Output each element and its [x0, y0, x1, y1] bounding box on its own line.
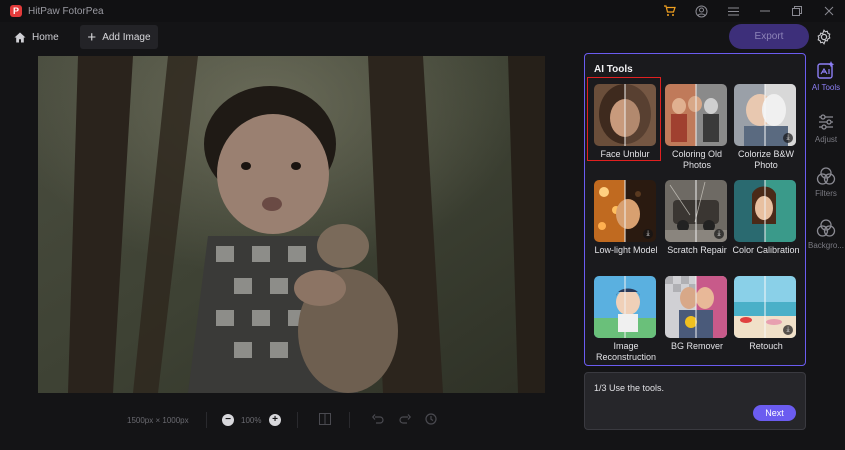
- next-button[interactable]: Next: [753, 405, 796, 421]
- window-controls: [653, 0, 845, 22]
- tool-label: Low-light Model: [594, 245, 658, 255]
- tool-colorize-bw-photo[interactable]: ⤓ Colorize B&W Photo: [729, 78, 796, 170]
- tip-text: 1/3 Use the tools.: [594, 383, 665, 393]
- restore-icon[interactable]: [781, 0, 813, 22]
- menu-icon[interactable]: [717, 0, 749, 22]
- sidebar-item-background[interactable]: Backgro...: [807, 214, 845, 266]
- onboarding-tip: 1/3 Use the tools. Next: [584, 372, 806, 430]
- home-label: Home: [32, 31, 59, 43]
- sidebar-item-ai-tools[interactable]: AI Tools: [807, 56, 845, 108]
- cart-icon[interactable]: [653, 0, 685, 22]
- download-icon: ⤓: [714, 229, 724, 239]
- tool-label: Scratch Repair: [667, 245, 727, 255]
- export-button[interactable]: Export: [729, 24, 809, 49]
- ai-tools-panel: AI Tools Face Unblur Coloring Old Photos…: [584, 53, 806, 366]
- tool-retouch[interactable]: ⤓ Retouch: [729, 270, 796, 362]
- divider: [206, 412, 207, 428]
- tool-color-calibration[interactable]: Color Calibration: [729, 174, 800, 266]
- tool-coloring-old-photos[interactable]: Coloring Old Photos: [660, 78, 727, 170]
- tool-bg-remover[interactable]: BG Remover: [660, 270, 727, 362]
- app-logo: P: [10, 5, 22, 17]
- add-image-label: Add Image: [102, 31, 151, 43]
- canvas-area: [0, 52, 582, 397]
- bg-remover-thumbnail: [665, 276, 727, 338]
- sidebar-label: Backgro...: [807, 241, 844, 250]
- divider: [349, 412, 350, 428]
- coloring-old-photos-thumbnail: [665, 84, 727, 146]
- sidebar-item-adjust[interactable]: Adjust: [807, 108, 845, 160]
- image-reconstruction-thumbnail: [594, 276, 656, 338]
- plus-icon: +: [87, 28, 97, 46]
- sliders-icon: [819, 114, 833, 130]
- history-icon[interactable]: [424, 413, 438, 427]
- zoom-out-button[interactable]: −: [222, 414, 234, 426]
- home-icon: [14, 32, 26, 42]
- colorize-bw-photo-thumbnail: ⤓: [734, 84, 796, 146]
- home-button[interactable]: Home: [14, 26, 59, 48]
- tool-label: Image Reconstruction: [595, 341, 657, 362]
- bottom-bar: 1500px × 1000px − 100% +: [0, 397, 582, 450]
- ai-sparkle-icon: [817, 61, 835, 79]
- tool-label: BG Remover: [670, 341, 723, 351]
- sidebar-label: Adjust: [814, 135, 838, 144]
- redo-icon[interactable]: [398, 413, 412, 427]
- tool-face-unblur[interactable]: Face Unblur: [587, 77, 661, 161]
- retouch-thumbnail: ⤓: [734, 276, 796, 338]
- close-icon[interactable]: [813, 0, 845, 22]
- sidebar-label: AI Tools: [811, 83, 841, 92]
- tool-scratch-repair[interactable]: ⤓ Scratch Repair: [660, 174, 727, 266]
- divider: [297, 412, 298, 428]
- download-icon: ⤓: [643, 229, 653, 239]
- tool-label: Coloring Old Photos: [671, 149, 723, 170]
- zoom-in-button[interactable]: +: [269, 414, 281, 426]
- tool-low-light-model[interactable]: ⤓ Low-light Model: [589, 174, 658, 266]
- sidebar-label: Filters: [815, 189, 837, 198]
- sidebar-item-filters[interactable]: Filters: [807, 162, 845, 214]
- face-unblur-thumbnail: [594, 84, 656, 146]
- tool-label: Colorize B&W Photo: [737, 149, 794, 170]
- app-title: HitPaw FotorPea: [28, 5, 104, 17]
- low-light-model-thumbnail: ⤓: [594, 180, 656, 242]
- compare-icon[interactable]: [318, 413, 332, 427]
- minimize-icon[interactable]: [749, 0, 781, 22]
- color-calibration-thumbnail: [734, 180, 796, 242]
- settings-gear-icon[interactable]: [814, 27, 834, 47]
- title-bar: P HitPaw FotorPea: [0, 0, 845, 22]
- scratch-repair-thumbnail: ⤓: [665, 180, 727, 242]
- background-icon: [816, 219, 836, 237]
- download-icon: ⤓: [783, 133, 793, 143]
- tool-label: Color Calibration: [732, 245, 800, 255]
- edited-photo[interactable]: [38, 56, 545, 393]
- image-size-label: 1500px × 1000px: [127, 416, 189, 425]
- ai-tools-title: AI Tools: [594, 64, 633, 75]
- add-image-button[interactable]: + Add Image: [80, 25, 158, 49]
- tool-label: Retouch: [749, 341, 783, 351]
- account-icon[interactable]: [685, 0, 717, 22]
- app-window: P HitPaw FotorPea Home + Add Image Expor…: [0, 0, 845, 450]
- filters-icon: [816, 167, 836, 185]
- tool-image-reconstruction[interactable]: Image Reconstruction: [589, 270, 656, 362]
- zoom-level: 100%: [241, 416, 262, 425]
- tool-label: Face Unblur: [600, 149, 650, 159]
- right-sidebar: AI Tools Adjust Filters Backgro...: [807, 52, 845, 450]
- undo-icon[interactable]: [371, 413, 385, 427]
- download-icon: ⤓: [783, 325, 793, 335]
- toolbar: Home + Add Image Export: [0, 22, 845, 52]
